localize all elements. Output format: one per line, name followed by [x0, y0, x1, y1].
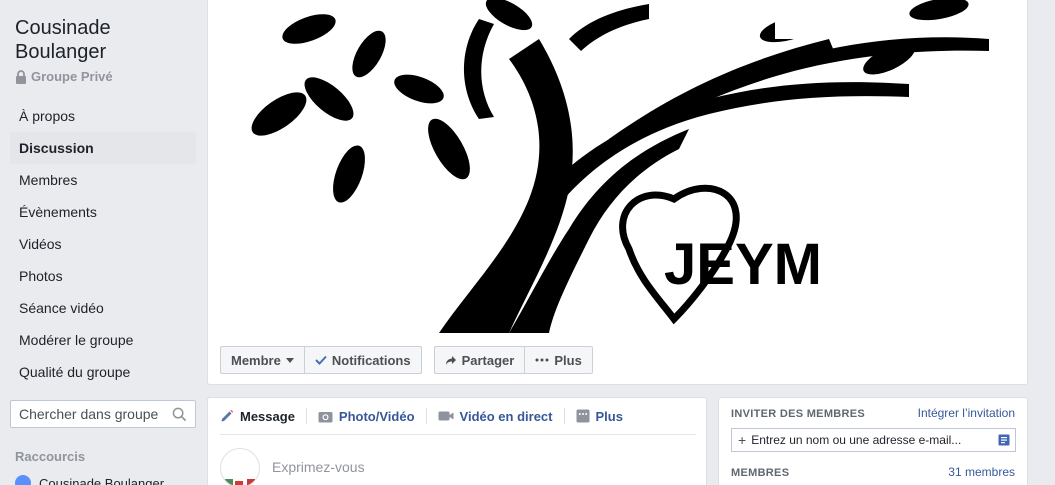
nav-item-moderate-group[interactable]: Modérer le groupe [10, 324, 196, 356]
share-button-label: Partager [461, 352, 515, 368]
composer-tabs: Message Photo/Vidéo Vidéo en direct Plus [220, 398, 696, 435]
invite-field: + [731, 428, 1016, 452]
tab-message[interactable]: Message [220, 408, 307, 424]
more-grid-icon [576, 409, 589, 423]
composer-input[interactable]: Exprimez-vous [272, 459, 365, 475]
tree-illustration: JEYM [251, 0, 989, 333]
group-privacy-label: Groupe Privé [31, 69, 113, 84]
search-icon[interactable] [172, 407, 187, 422]
group-action-bar: Membre Notifications Partager Plus [220, 346, 605, 374]
lock-icon [16, 69, 26, 84]
more-button[interactable]: Plus [525, 347, 591, 373]
group-nav: À propos Discussion Membres Évènements V… [10, 100, 196, 388]
avatar[interactable] [220, 448, 260, 485]
members-title: MEMBRES [731, 467, 790, 479]
nav-item-group-quality[interactable]: Qualité du groupe [10, 356, 196, 388]
caret-down-icon [285, 357, 294, 363]
nav-item-videos[interactable]: Vidéos [10, 228, 196, 260]
left-sidebar: Cousinade Boulanger Groupe Privé À propo… [0, 0, 205, 485]
tab-live-video[interactable]: Vidéo en direct [438, 408, 565, 424]
tab-photo-video-label: Photo/Vidéo [338, 408, 415, 424]
invite-members-card: INVITER DES MEMBRES Intégrer l’invitatio… [718, 397, 1028, 485]
post-composer: Message Photo/Vidéo Vidéo en direct Plus… [207, 397, 707, 485]
address-book-icon[interactable] [998, 434, 1010, 446]
share-arrow-icon [445, 355, 456, 365]
tab-message-label: Message [240, 408, 295, 424]
nav-item-video-session[interactable]: Séance vidéo [10, 292, 196, 324]
tab-more[interactable]: Plus [576, 408, 634, 424]
checkmark-icon [315, 355, 327, 365]
nav-item-discussion[interactable]: Discussion [10, 132, 196, 164]
shortcuts-title: Raccourcis [15, 449, 86, 464]
video-camera-icon [438, 411, 454, 421]
shortcut-item[interactable]: Cousinade Boulanger [15, 475, 164, 485]
tab-live-video-label: Vidéo en direct [459, 408, 553, 424]
member-button-label: Membre [231, 352, 281, 368]
share-button[interactable]: Partager [435, 347, 526, 373]
nav-item-members[interactable]: Membres [10, 164, 196, 196]
nav-item-about[interactable]: À propos [10, 100, 196, 132]
camera-icon [318, 411, 333, 422]
shortcut-avatar [15, 475, 31, 485]
cover-card: JEYM Membre Notifications Partager Plus [207, 0, 1028, 385]
group-search-input[interactable] [19, 406, 169, 422]
notifications-button-label: Notifications [331, 352, 411, 368]
invite-members-title: INVITER DES MEMBRES [731, 408, 866, 420]
member-dropdown-button[interactable]: Membre [221, 347, 305, 373]
nav-item-events[interactable]: Évènements [10, 196, 196, 228]
invite-input[interactable] [751, 433, 997, 447]
group-search [10, 400, 196, 428]
embed-invite-link[interactable]: Intégrer l’invitation [918, 406, 1015, 420]
group-name[interactable]: Cousinade Boulanger [15, 16, 195, 64]
notifications-button[interactable]: Notifications [305, 347, 421, 373]
tab-more-label: Plus [595, 408, 623, 424]
share-button-group: Partager Plus [433, 346, 593, 374]
tab-photo-video[interactable]: Photo/Vidéo [318, 408, 427, 424]
more-button-label: Plus [554, 352, 582, 368]
cover-monogram: JEYM [664, 232, 822, 297]
more-dots-icon [535, 358, 549, 362]
shortcut-label: Cousinade Boulanger [39, 475, 165, 485]
pencil-icon [221, 409, 234, 422]
membership-button-group: Membre Notifications [220, 346, 422, 374]
cover-photo[interactable]: JEYM [209, 0, 1027, 333]
plus-icon: + [738, 432, 747, 448]
user-avatar-image [221, 449, 259, 485]
nav-item-photos[interactable]: Photos [10, 260, 196, 292]
group-privacy: Groupe Privé [15, 69, 113, 84]
members-count-link[interactable]: 31 membres [948, 465, 1015, 479]
